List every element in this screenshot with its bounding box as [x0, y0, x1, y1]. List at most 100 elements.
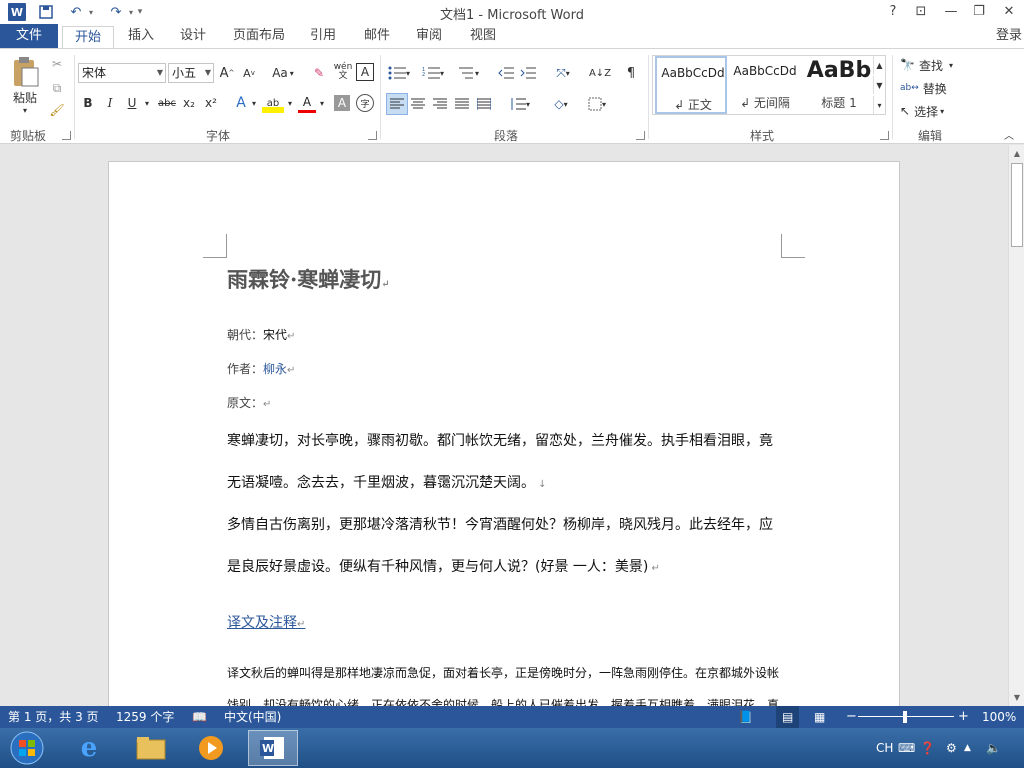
styles-more-icon[interactable]: ▾ [873, 96, 885, 114]
replace-button[interactable]: ab↔ 替换 [900, 78, 966, 98]
print-layout-icon[interactable]: ▤ [776, 706, 800, 728]
multilevel-list-icon[interactable]: ▾ [454, 63, 482, 83]
file-explorer-icon[interactable] [126, 730, 176, 766]
copy-icon[interactable]: ⧉ [48, 79, 66, 97]
superscript-button[interactable]: x² [202, 93, 220, 113]
style-normal[interactable]: AaBbCcDd ↲ 正文 [655, 56, 727, 114]
redo-icon[interactable]: ↷ [106, 2, 126, 22]
text-effects-dropdown-icon[interactable]: ▾ [250, 93, 258, 113]
customize-quick-access-icon[interactable]: ▾ [134, 2, 146, 22]
numbering-icon[interactable]: 1 2 ▾ [420, 63, 446, 83]
tab-home[interactable]: 开始 [62, 26, 114, 49]
tab-view[interactable]: 视图 [462, 24, 504, 48]
paste-icon[interactable] [8, 55, 42, 89]
decrease-indent-icon[interactable] [496, 63, 516, 83]
save-icon[interactable] [36, 2, 56, 22]
subscript-button[interactable]: x₂ [180, 93, 198, 113]
styles-scroll-down-icon[interactable]: ▼ [873, 76, 885, 94]
tab-layout[interactable]: 页面布局 [228, 24, 290, 48]
help-tray-icon[interactable]: ❓ [920, 728, 935, 768]
volume-icon[interactable]: 🔈 [986, 728, 1001, 768]
tab-file[interactable]: 文件 [0, 24, 58, 48]
font-launcher-icon[interactable] [368, 131, 377, 140]
internet-explorer-icon[interactable]: e [64, 730, 114, 766]
style-no-spacing[interactable]: AaBbCcDd ↲ 无间隔 [729, 56, 801, 114]
language-indicator[interactable]: 中文(中国) [224, 706, 281, 728]
font-name-combo[interactable]: 宋体 ▼ [78, 63, 166, 83]
clear-formatting-icon[interactable]: ✎ [310, 63, 328, 83]
tray-expand-icon[interactable]: ▲ [964, 728, 971, 768]
read-mode-icon[interactable]: 📘 [738, 706, 753, 728]
translation-heading-link[interactable]: 译文及注释↵ [227, 612, 305, 632]
bold-button[interactable]: B [80, 93, 96, 113]
help-button[interactable]: ? [880, 2, 906, 22]
close-button[interactable]: ✕ [996, 2, 1022, 22]
phonetic-guide-button[interactable]: wén 文 [332, 61, 354, 83]
start-button-icon[interactable] [2, 730, 52, 766]
distributed-button[interactable] [474, 93, 494, 115]
format-painter-icon[interactable]: 🖌 [48, 101, 66, 119]
shrink-font-button[interactable]: Av [240, 63, 258, 83]
login-link[interactable]: 登录 [996, 24, 1022, 48]
bullets-icon[interactable]: ▾ [386, 63, 412, 83]
ime-indicator[interactable]: CH [876, 728, 893, 768]
underline-button[interactable]: U [124, 93, 140, 113]
tab-insert[interactable]: 插入 [120, 24, 162, 48]
styles-scroll-up-icon[interactable]: ▲ [873, 56, 885, 74]
font-color-icon[interactable]: A [298, 93, 316, 113]
word-taskbar-icon[interactable]: W [248, 730, 298, 766]
align-center-button[interactable] [408, 93, 428, 115]
sort-icon[interactable]: A↓Z [589, 63, 611, 83]
paste-button-label[interactable]: 粘贴 [8, 89, 42, 105]
paste-dropdown-icon[interactable]: ▾ [20, 105, 30, 115]
keyboard-icon[interactable]: ⌨ [898, 728, 915, 768]
character-shading-icon[interactable]: A [334, 95, 350, 111]
line-spacing-icon[interactable]: ▾ [504, 93, 536, 115]
media-player-icon[interactable] [186, 730, 236, 766]
collapse-ribbon-icon[interactable]: ︿ [1002, 127, 1016, 142]
tab-references[interactable]: 引用 [302, 24, 344, 48]
settings-tray-icon[interactable]: ⚙ [946, 728, 957, 768]
paragraph-launcher-icon[interactable] [636, 131, 645, 140]
font-color-dropdown-icon[interactable]: ▾ [318, 93, 326, 113]
shading-icon[interactable]: ◇ ▾ [546, 93, 576, 115]
web-layout-icon[interactable]: ▦ [814, 706, 825, 728]
borders-icon[interactable]: ▾ [582, 93, 612, 115]
cut-icon[interactable]: ✂ [48, 55, 66, 73]
increase-indent-icon[interactable] [518, 63, 538, 83]
show-marks-icon[interactable]: ¶ [622, 63, 640, 83]
zoom-out-icon[interactable]: − [846, 706, 857, 728]
zoom-level[interactable]: 100% [982, 706, 1016, 728]
proofing-icon[interactable]: 📖 [192, 706, 207, 728]
font-size-combo[interactable]: 小五 ▼ [168, 63, 214, 83]
grow-font-button[interactable]: A ^ [218, 63, 236, 83]
enclose-characters-icon[interactable]: 字 [356, 94, 374, 112]
italic-button[interactable]: I [102, 93, 118, 113]
highlight-dropdown-icon[interactable]: ▾ [286, 93, 294, 113]
style-heading-1[interactable]: AaBb 标题 1 [803, 56, 875, 114]
undo-icon[interactable]: ↶ [66, 2, 86, 22]
highlight-icon[interactable]: ab [262, 93, 284, 113]
word-count[interactable]: 1259 个字 [116, 706, 174, 728]
tab-design[interactable]: 设计 [172, 24, 214, 48]
change-case-button[interactable]: Aa ▾ [268, 63, 298, 83]
scroll-up-icon[interactable]: ▲ [1011, 147, 1023, 159]
align-right-button[interactable] [430, 93, 450, 115]
character-border-icon[interactable]: A [356, 63, 374, 81]
restore-button[interactable]: ❐ [966, 2, 992, 22]
find-button[interactable]: 🔭 查找 ▾ [900, 55, 966, 75]
scroll-down-icon[interactable]: ▼ [1011, 691, 1023, 703]
zoom-in-icon[interactable]: + [958, 706, 969, 728]
minimize-button[interactable]: — [938, 2, 964, 22]
align-left-button[interactable] [386, 93, 408, 115]
strikethrough-button[interactable]: abc [156, 93, 178, 113]
select-button[interactable]: ↖ 选择 ▾ [900, 101, 966, 121]
vertical-scrollbar[interactable]: ▲ ▼ [1008, 145, 1024, 706]
underline-dropdown-icon[interactable]: ▾ [142, 93, 152, 113]
justify-button[interactable] [452, 93, 472, 115]
zoom-slider-thumb[interactable] [903, 711, 907, 723]
word-logo-icon[interactable]: W [8, 3, 26, 21]
undo-dropdown-icon[interactable]: ▾ [86, 2, 96, 22]
clipboard-launcher-icon[interactable] [62, 131, 71, 140]
tab-review[interactable]: 审阅 [408, 24, 450, 48]
